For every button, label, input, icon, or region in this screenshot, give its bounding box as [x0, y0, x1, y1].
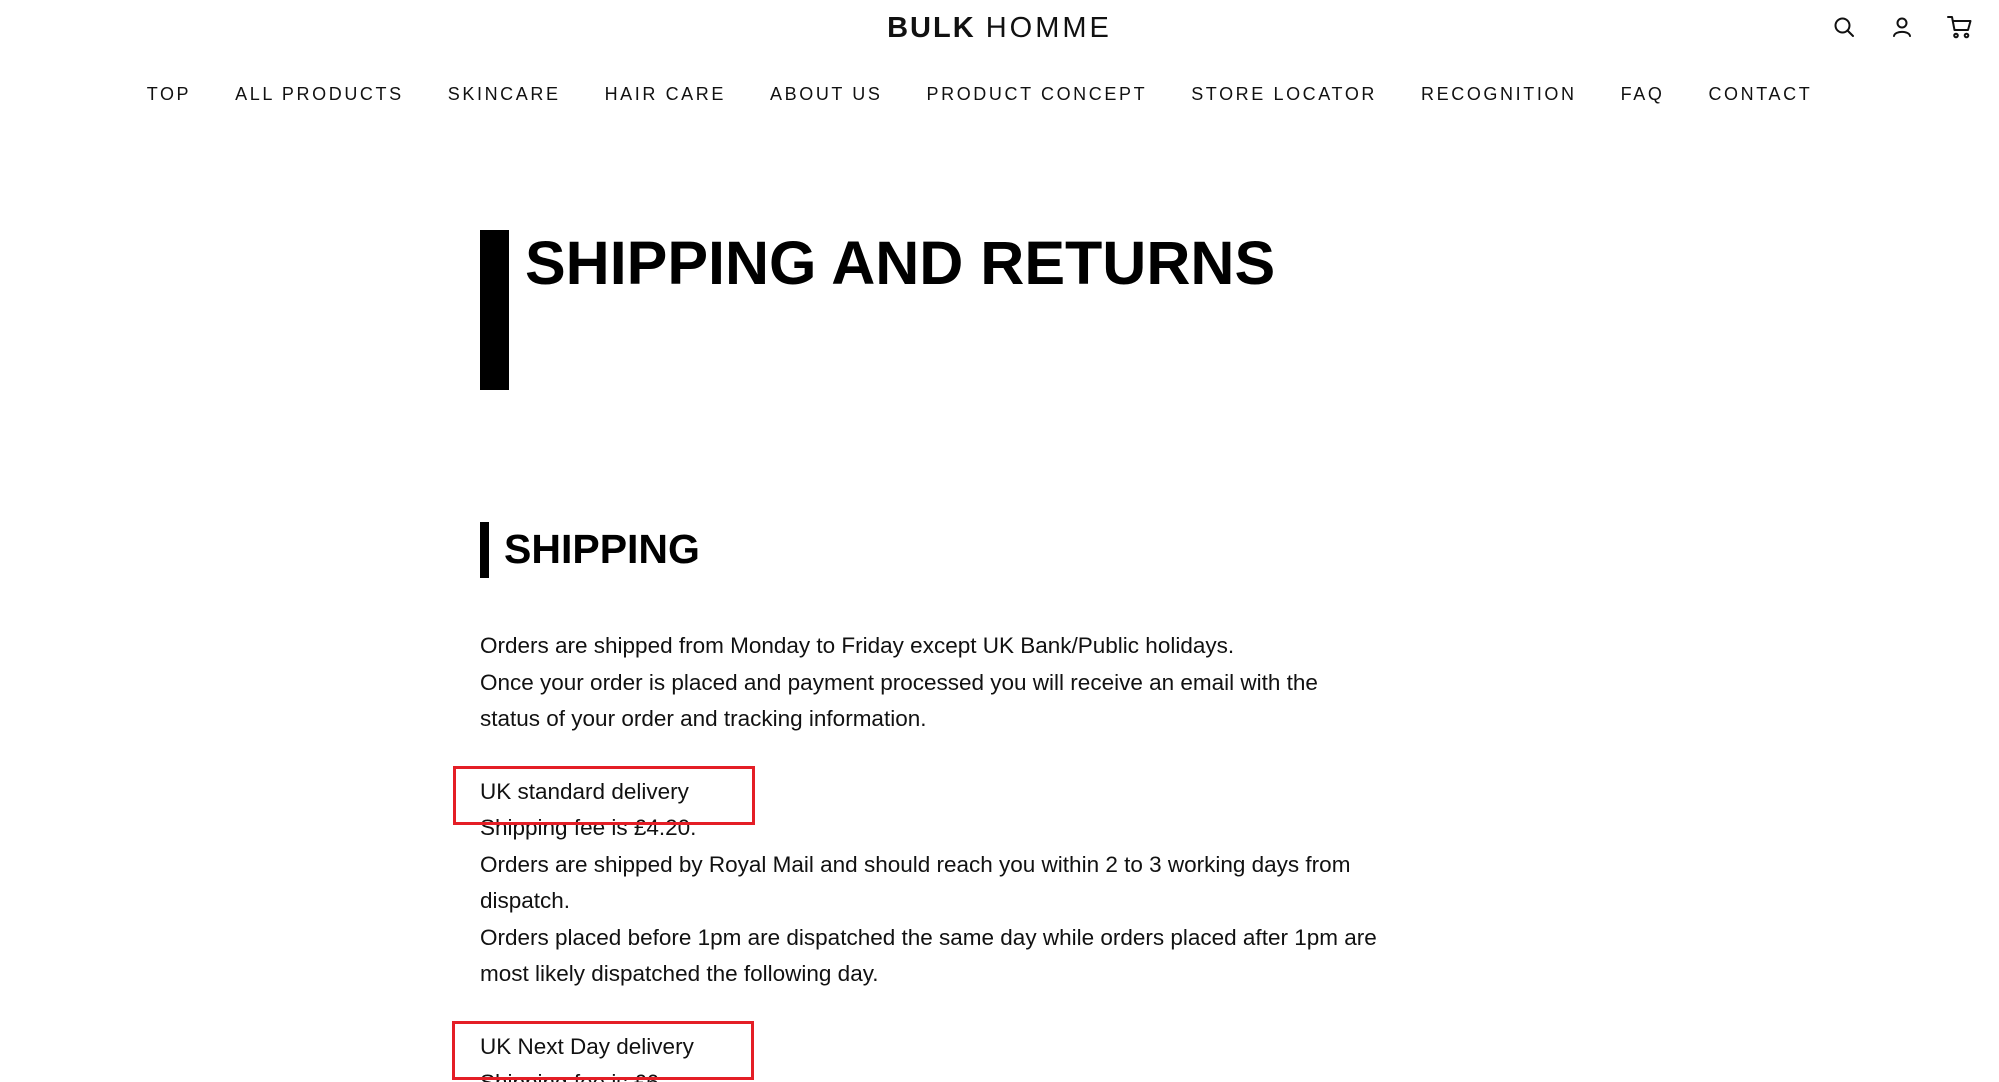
standard-delivery-detail: Orders are shipped by Royal Mail and sho… [480, 851, 1351, 877]
page-title-accent-bar [480, 230, 509, 390]
uk-next-day-delivery-block: UK Next Day delivery Shipping fee is £6. [452, 1020, 1480, 1082]
logo-light-text: HOMME [985, 12, 1112, 44]
nav-item-store-locator[interactable]: STORE LOCATOR [1169, 80, 1399, 108]
standard-delivery-detail: Orders placed before 1pm are dispatched … [480, 924, 1377, 950]
header-icons [1829, 12, 1975, 42]
nav-list: TOP ALL PRODUCTS SKINCARE HAIR CARE ABOU… [125, 80, 1835, 108]
nav-item-top[interactable]: TOP [125, 80, 213, 108]
nav-item-hair-care[interactable]: HAIR CARE [583, 80, 748, 108]
shipping-intro-paragraph: Orders are shipped from Monday to Friday… [480, 628, 1480, 738]
main-content: SHIPPING AND RETURNS SHIPPING Orders are… [452, 228, 1480, 1082]
nav-item-recognition[interactable]: RECOGNITION [1399, 80, 1599, 108]
standard-delivery-detail: dispatch. [480, 888, 571, 913]
account-icon[interactable] [1887, 12, 1917, 42]
search-icon[interactable] [1829, 12, 1859, 42]
next-day-delivery-highlight-box [452, 1020, 754, 1080]
intro-line: Once your order is placed and payment pr… [480, 669, 1318, 695]
intro-line: status of your order and tracking inform… [480, 706, 927, 731]
cart-icon[interactable] [1945, 12, 1975, 42]
nav-item-all-products[interactable]: ALL PRODUCTS [213, 80, 426, 108]
section-accent-bar [480, 522, 489, 578]
standard-delivery-detail: most likely dispatched the following day… [480, 961, 879, 986]
main-nav: TOP ALL PRODUCTS SKINCARE HAIR CARE ABOU… [0, 80, 1999, 108]
section-heading-shipping: SHIPPING [504, 526, 700, 572]
shipping-section-heading-block: SHIPPING [480, 520, 1480, 578]
logo-bold-text: BULK [887, 12, 976, 44]
page: BULK HOMME TOP ALL PRODUCTS SKINCARE HAI… [0, 0, 1999, 1082]
nav-item-contact[interactable]: CONTACT [1686, 80, 1834, 108]
page-title-block: SHIPPING AND RETURNS [480, 228, 1480, 390]
uk-standard-delivery-block: UK standard delivery Shipping fee is £4.… [453, 765, 1480, 993]
page-title: SHIPPING AND RETURNS [525, 229, 1276, 297]
intro-line: Orders are shipped from Monday to Friday… [480, 633, 1235, 658]
standard-delivery-highlight-box [453, 765, 755, 825]
nav-item-about-us[interactable]: ABOUT US [748, 80, 905, 108]
site-header: BULK HOMME TOP ALL PRODUCTS SKINCARE HAI… [0, 0, 1999, 120]
site-logo[interactable]: BULK HOMME [0, 8, 1999, 48]
nav-item-product-concept[interactable]: PRODUCT CONCEPT [905, 80, 1170, 108]
nav-item-faq[interactable]: FAQ [1599, 80, 1687, 108]
nav-item-skincare[interactable]: SKINCARE [426, 80, 583, 108]
